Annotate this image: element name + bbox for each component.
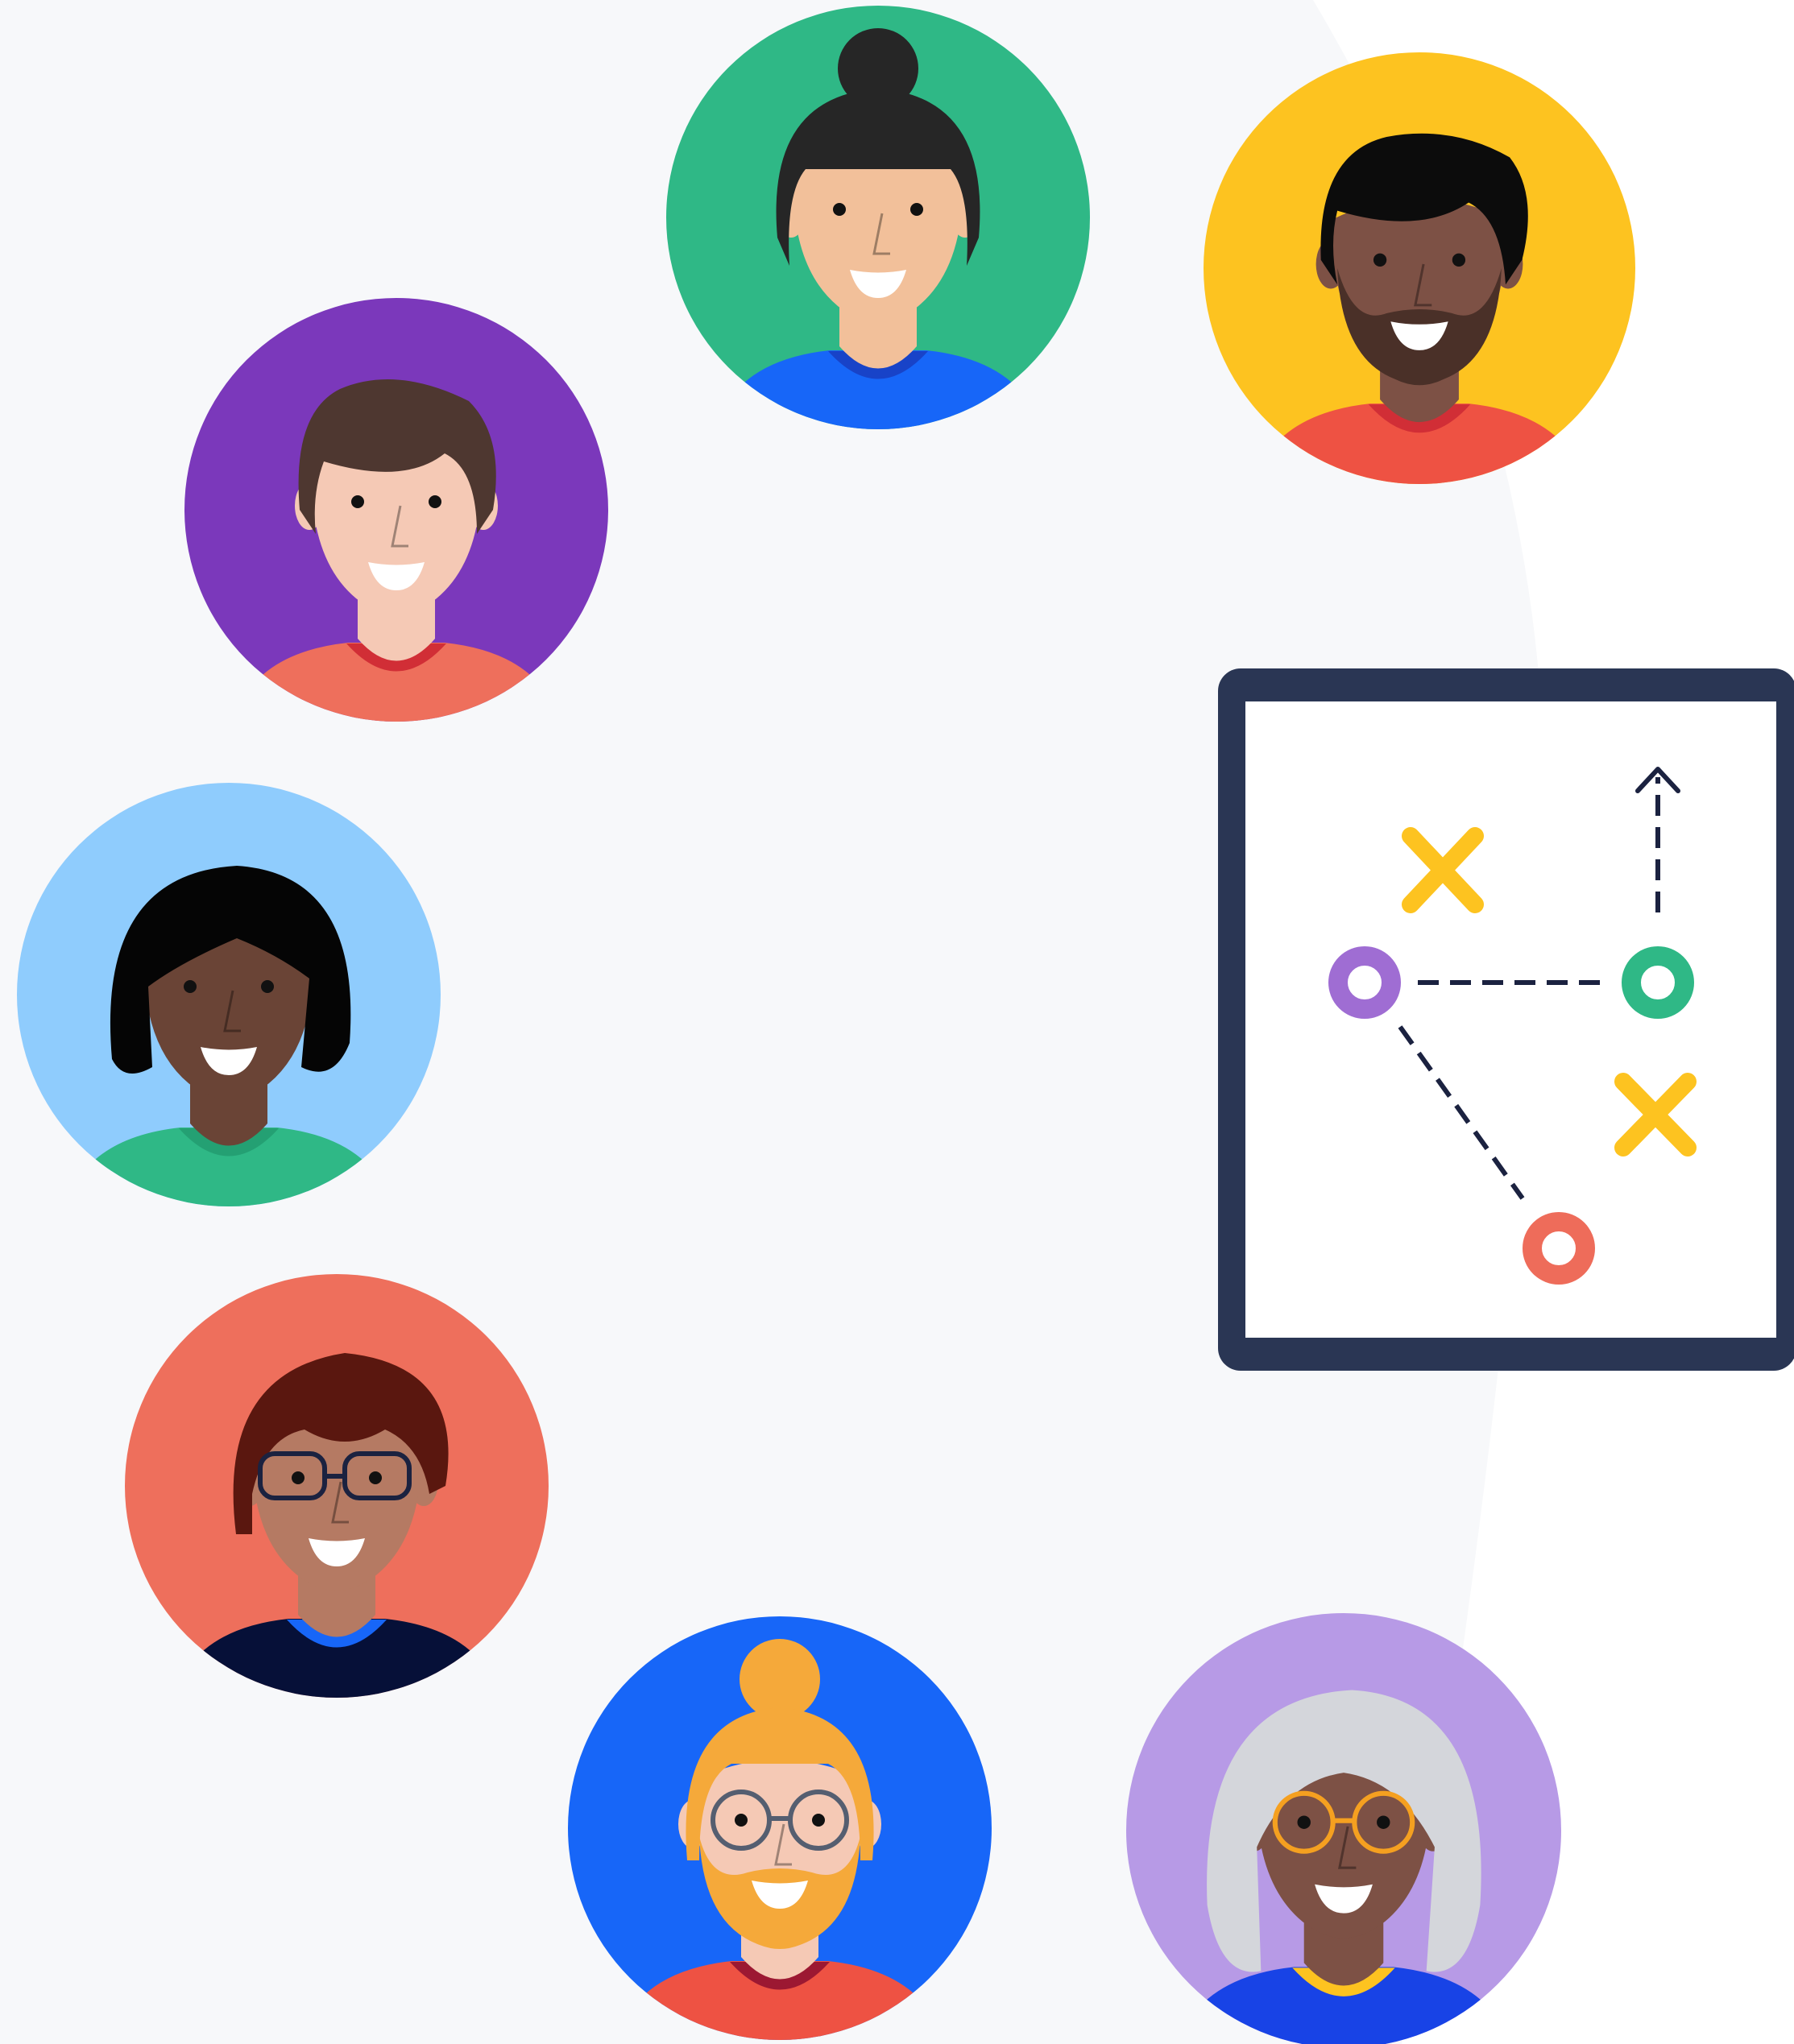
eye bbox=[910, 203, 923, 216]
eye bbox=[1452, 253, 1466, 267]
eye bbox=[261, 980, 274, 993]
eye bbox=[1297, 1815, 1311, 1829]
eye bbox=[184, 980, 197, 993]
eye bbox=[429, 495, 441, 508]
eye bbox=[735, 1814, 748, 1827]
eye bbox=[369, 1471, 382, 1484]
strategy-board-icon bbox=[1218, 668, 1794, 1371]
eye bbox=[1373, 253, 1387, 267]
eye bbox=[812, 1814, 825, 1827]
eye bbox=[833, 203, 846, 216]
eye bbox=[1377, 1815, 1390, 1829]
team-strategy-illustration bbox=[0, 0, 1794, 2044]
eye bbox=[351, 495, 364, 508]
eye bbox=[292, 1471, 305, 1484]
avatar-woman-gray-hair-lavender bbox=[1126, 1613, 1561, 2044]
board-surface bbox=[1245, 701, 1776, 1338]
